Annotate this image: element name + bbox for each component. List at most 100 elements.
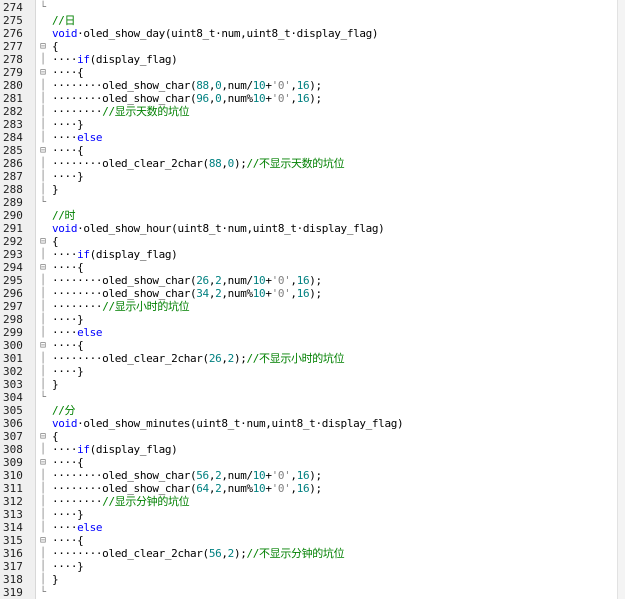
code-line[interactable]: 301 │ ········oled_clear_2char(26,2);//不显示… <box>0 352 618 365</box>
code-line[interactable]: 302 │ ····} <box>0 365 618 378</box>
code-text[interactable]: void·oled_show_hour(uint8_t·num,uint8_t·… <box>52 222 385 235</box>
code-text[interactable]: ········oled_show_char(56,2,num/10+'0',1… <box>52 469 322 482</box>
fold-toggle-icon[interactable]: ⊟ <box>40 66 50 79</box>
code-line[interactable]: 296 │ ········oled_show_char(34,2,num%10+'… <box>0 287 618 300</box>
code-line[interactable]: 276 void·oled_show_day(uint8_t·num,uint8_… <box>0 27 618 40</box>
code-line[interactable]: 310 │ ········oled_show_char(56,2,num/10+'… <box>0 469 618 482</box>
code-text[interactable]: ····else <box>52 131 103 144</box>
fold-toggle-icon[interactable]: ⊟ <box>40 430 50 443</box>
code-line[interactable]: 299 │ ····else <box>0 326 618 339</box>
code-line[interactable]: 289 └ <box>0 196 618 209</box>
code-line[interactable]: 286 │ ········oled_clear_2char(88,0);//不显示… <box>0 157 618 170</box>
code-line[interactable]: 274 └ <box>0 1 618 14</box>
code-text[interactable]: ········//显示天数的坑位 <box>52 105 190 118</box>
code-line[interactable]: 317 │ ····} <box>0 560 618 573</box>
code-line[interactable]: 316 │ ········oled_clear_2char(56,2);//不显示… <box>0 547 618 560</box>
code-line[interactable]: 285 ⊟ ····{ <box>0 144 618 157</box>
code-text[interactable]: ····{ <box>52 144 84 157</box>
code-line[interactable]: 303 │} <box>0 378 618 391</box>
code-text[interactable]: { <box>52 430 59 443</box>
code-text[interactable]: //时 <box>52 209 76 222</box>
code-text[interactable]: } <box>52 573 59 586</box>
code-text[interactable]: ········oled_clear_2char(88,0);//不显示天数的坑… <box>52 157 345 170</box>
code-text[interactable]: ····else <box>52 326 103 339</box>
code-text[interactable]: ····{ <box>52 261 84 274</box>
fold-toggle-icon[interactable]: ⊟ <box>40 40 50 53</box>
code-text[interactable]: ····} <box>52 508 84 521</box>
code-text[interactable]: ········oled_show_char(26,2,num/10+'0',1… <box>52 274 322 287</box>
code-text[interactable]: ····if(display_flag) <box>52 248 178 261</box>
code-line[interactable]: 315 ⊟ ····{ <box>0 534 618 547</box>
code-text[interactable]: ····} <box>52 118 84 131</box>
code-text[interactable]: //分 <box>52 404 76 417</box>
code-text[interactable]: ····} <box>52 365 84 378</box>
code-line[interactable]: 290 //时 <box>0 209 618 222</box>
code-text[interactable]: } <box>52 378 59 391</box>
fold-toggle-icon[interactable]: ⊟ <box>40 339 50 352</box>
code-line[interactable]: 292 ⊟{ <box>0 235 618 248</box>
code-text[interactable]: ········oled_clear_2char(56,2);//不显示分钟的坑… <box>52 547 345 560</box>
code-line[interactable]: 298 │ ····} <box>0 313 618 326</box>
code-text[interactable]: ····} <box>52 313 84 326</box>
code-text[interactable]: ····{ <box>52 534 84 547</box>
code-text[interactable]: ····} <box>52 560 84 573</box>
code-line[interactable]: 284 │ ····else <box>0 131 618 144</box>
code-line[interactable]: 287 │ ····} <box>0 170 618 183</box>
code-text[interactable]: void·oled_show_day(uint8_t·num,uint8_t·d… <box>52 27 379 40</box>
code-line[interactable]: 312 │ ········//显示分钟的坑位 <box>0 495 618 508</box>
code-text[interactable]: ····else <box>52 521 103 534</box>
code-text[interactable]: ····{ <box>52 339 84 352</box>
code-text[interactable]: ····} <box>52 170 84 183</box>
code-text[interactable]: ········oled_show_char(96,0,num%10+'0',1… <box>52 92 322 105</box>
code-line[interactable]: 295 │ ········oled_show_char(26,2,num/10+'… <box>0 274 618 287</box>
code-line[interactable]: 313 │ ····} <box>0 508 618 521</box>
vertical-scrollbar[interactable] <box>617 0 625 599</box>
code-text[interactable]: ········oled_clear_2char(26,2);//不显示小时的坑… <box>52 352 345 365</box>
code-line[interactable]: 278 │ ····if(display_flag) <box>0 53 618 66</box>
code-line[interactable]: 307 ⊟{ <box>0 430 618 443</box>
code-line[interactable]: 306 void·oled_show_minutes(uint8_t·num,ui… <box>0 417 618 430</box>
code-text[interactable]: } <box>52 183 59 196</box>
code-text[interactable]: ····if(display_flag) <box>52 53 178 66</box>
code-line[interactable]: 308 │ ····if(display_flag) <box>0 443 618 456</box>
code-text[interactable]: void·oled_show_minutes(uint8_t·num,uint8… <box>52 417 404 430</box>
fold-toggle-icon[interactable]: ⊟ <box>40 456 50 469</box>
code-line[interactable]: 288 │} <box>0 183 618 196</box>
fold-toggle-icon[interactable]: ⊟ <box>40 534 50 547</box>
code-text[interactable]: ····{ <box>52 456 84 469</box>
code-text[interactable]: { <box>52 40 59 53</box>
code-line[interactable]: 304 └ <box>0 391 618 404</box>
fold-toggle-icon[interactable]: ⊟ <box>40 235 50 248</box>
code-lines[interactable]: 274 └ 275//日 276 void·oled_show_day(uint8_t·… <box>0 1 618 599</box>
code-editor[interactable]: 274 └ 275//日 276 void·oled_show_day(uint8_t·… <box>0 0 625 599</box>
code-line[interactable]: 300 ⊟ ····{ <box>0 339 618 352</box>
code-line[interactable]: 319 └ <box>0 586 618 599</box>
code-text[interactable]: ····if(display_flag) <box>52 443 178 456</box>
code-line[interactable]: 294 ⊟ ····{ <box>0 261 618 274</box>
code-line[interactable]: 293 │ ····if(display_flag) <box>0 248 618 261</box>
code-line[interactable]: 280 │ ········oled_show_char(88,0,num/10+'… <box>0 79 618 92</box>
code-line[interactable]: 311 │ ········oled_show_char(64,2,num%10+'… <box>0 482 618 495</box>
code-line[interactable]: 291 void·oled_show_hour(uint8_t·num,uint8… <box>0 222 618 235</box>
code-line[interactable]: 314 │ ····else <box>0 521 618 534</box>
code-line[interactable]: 282 │ ········//显示天数的坑位 <box>0 105 618 118</box>
code-line[interactable]: 275 //日 <box>0 14 618 27</box>
code-line[interactable]: 297 │ ········//显示小时的坑位 <box>0 300 618 313</box>
fold-toggle-icon[interactable]: ⊟ <box>40 261 50 274</box>
code-text[interactable]: ········//显示小时的坑位 <box>52 300 190 313</box>
code-text[interactable]: ········oled_show_char(34,2,num%10+'0',1… <box>52 287 322 300</box>
code-text[interactable]: ········oled_show_char(88,0,num/10+'0',1… <box>52 79 322 92</box>
code-text[interactable]: //日 <box>52 14 76 27</box>
code-line[interactable]: 309 ⊟ ····{ <box>0 456 618 469</box>
fold-toggle-icon[interactable]: ⊟ <box>40 144 50 157</box>
code-line[interactable]: 283 │ ····} <box>0 118 618 131</box>
code-text[interactable]: ········oled_show_char(64,2,num%10+'0',1… <box>52 482 322 495</box>
code-line[interactable]: 279 ⊟ ····{ <box>0 66 618 79</box>
code-text[interactable]: ····{ <box>52 66 84 79</box>
code-line[interactable]: 277 ⊟{ <box>0 40 618 53</box>
code-text[interactable]: { <box>52 235 59 248</box>
code-text[interactable]: ········//显示分钟的坑位 <box>52 495 190 508</box>
code-line[interactable]: 318 │} <box>0 573 618 586</box>
code-line[interactable]: 281 │ ········oled_show_char(96,0,num%10+'… <box>0 92 618 105</box>
code-line[interactable]: 305 //分 <box>0 404 618 417</box>
